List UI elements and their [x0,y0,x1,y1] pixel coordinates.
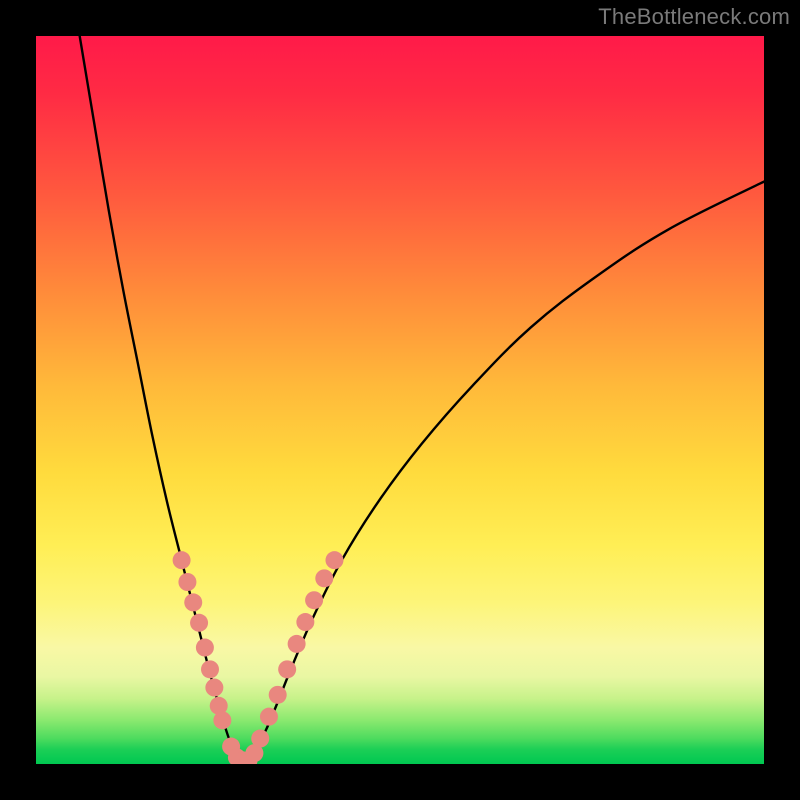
watermark-text: TheBottleneck.com [598,4,790,30]
marker-dot [178,573,196,591]
marker-dot [205,679,223,697]
marker-group [173,551,344,764]
marker-dot [190,614,208,632]
marker-dot [173,551,191,569]
chart-svg [36,36,764,764]
marker-dot [269,686,287,704]
marker-dot [196,639,214,657]
marker-dot [260,708,278,726]
marker-dot [305,591,323,609]
marker-dot [325,551,343,569]
marker-dot [251,730,269,748]
marker-dot [288,635,306,653]
chart-frame: TheBottleneck.com [0,0,800,800]
marker-dot [184,593,202,611]
curve-left-branch [80,36,242,763]
chart-plot-area [36,36,764,764]
marker-dot [278,660,296,678]
marker-dot [201,660,219,678]
marker-dot [315,569,333,587]
marker-dot [213,711,231,729]
marker-dot [296,613,314,631]
curve-right-branch [242,182,764,764]
